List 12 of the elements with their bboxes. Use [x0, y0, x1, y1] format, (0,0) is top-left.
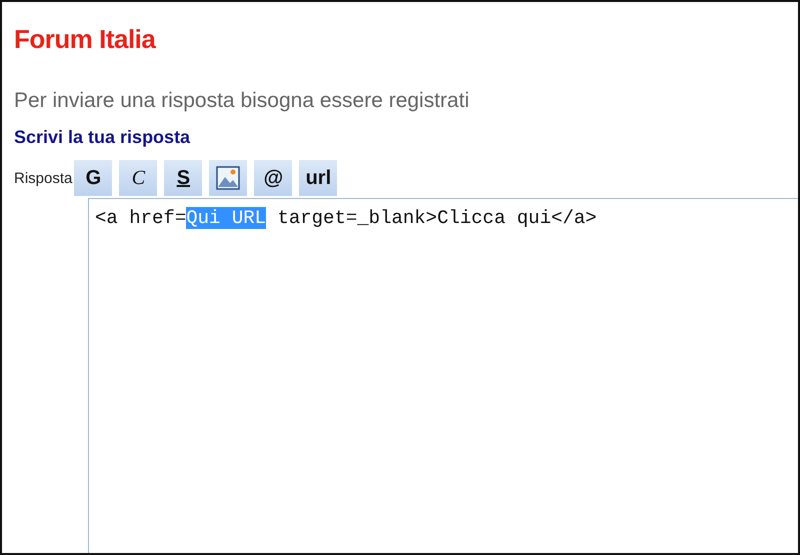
- reply-label: Risposta: [14, 170, 72, 186]
- underline-button[interactable]: S: [164, 160, 202, 196]
- italic-button[interactable]: C: [119, 160, 158, 196]
- forum-title: Forum Italia: [14, 24, 157, 55]
- section-heading: Scrivi la tua risposta: [14, 127, 192, 148]
- email-button[interactable]: @: [254, 160, 292, 196]
- login-notice: Per inviare una risposta bisogna essere registrati: [14, 89, 470, 113]
- image-button[interactable]: [209, 160, 248, 196]
- bold-button[interactable]: G: [74, 160, 112, 196]
- picture-icon: [216, 166, 240, 190]
- reply-text-area[interactable]: <a href=Qui URL target=_blank>Clicca qui</a>: [88, 198, 798, 553]
- link-button[interactable]: url: [299, 160, 338, 196]
